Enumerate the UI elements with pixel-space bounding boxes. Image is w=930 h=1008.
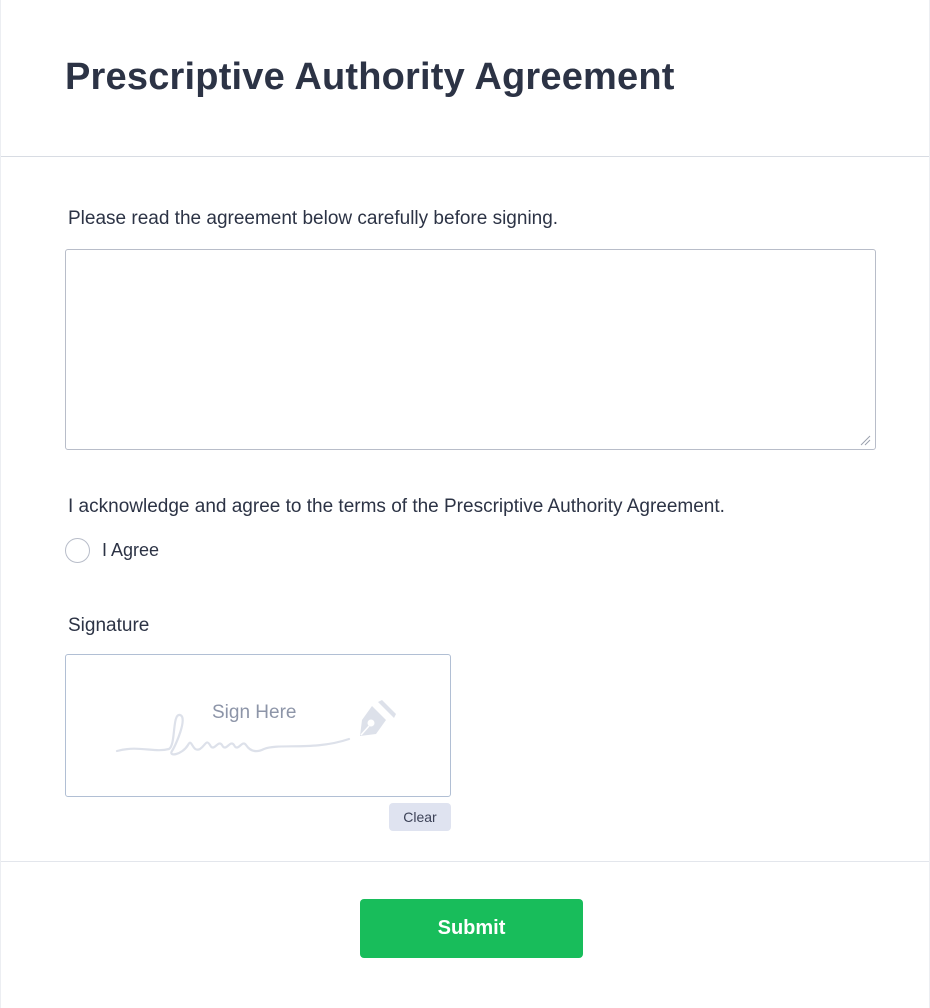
signature-pad[interactable]: Sign Here xyxy=(65,654,451,797)
signature-hint: Sign Here xyxy=(212,702,297,723)
form-footer: Submit xyxy=(1,861,929,1008)
agreement-textarea[interactable] xyxy=(65,249,876,450)
agreement-instruction: Please read the agreement below carefull… xyxy=(68,208,559,229)
form-page: Prescriptive Authority Agreement Please … xyxy=(0,0,930,1008)
submit-button[interactable]: Submit xyxy=(360,899,583,958)
clear-signature-button[interactable]: Clear xyxy=(389,803,451,831)
page-title: Prescriptive Authority Agreement xyxy=(65,56,675,98)
acknowledgement-label: I acknowledge and agree to the terms of … xyxy=(68,496,725,517)
resize-grip-icon[interactable] xyxy=(859,434,871,446)
agree-radio-option[interactable]: I Agree xyxy=(65,538,159,563)
pen-nib-icon xyxy=(360,700,396,736)
agree-radio-label[interactable]: I Agree xyxy=(102,540,159,561)
agree-radio-button[interactable] xyxy=(65,538,90,563)
form-header: Prescriptive Authority Agreement xyxy=(1,0,929,157)
signature-label: Signature xyxy=(68,615,150,636)
